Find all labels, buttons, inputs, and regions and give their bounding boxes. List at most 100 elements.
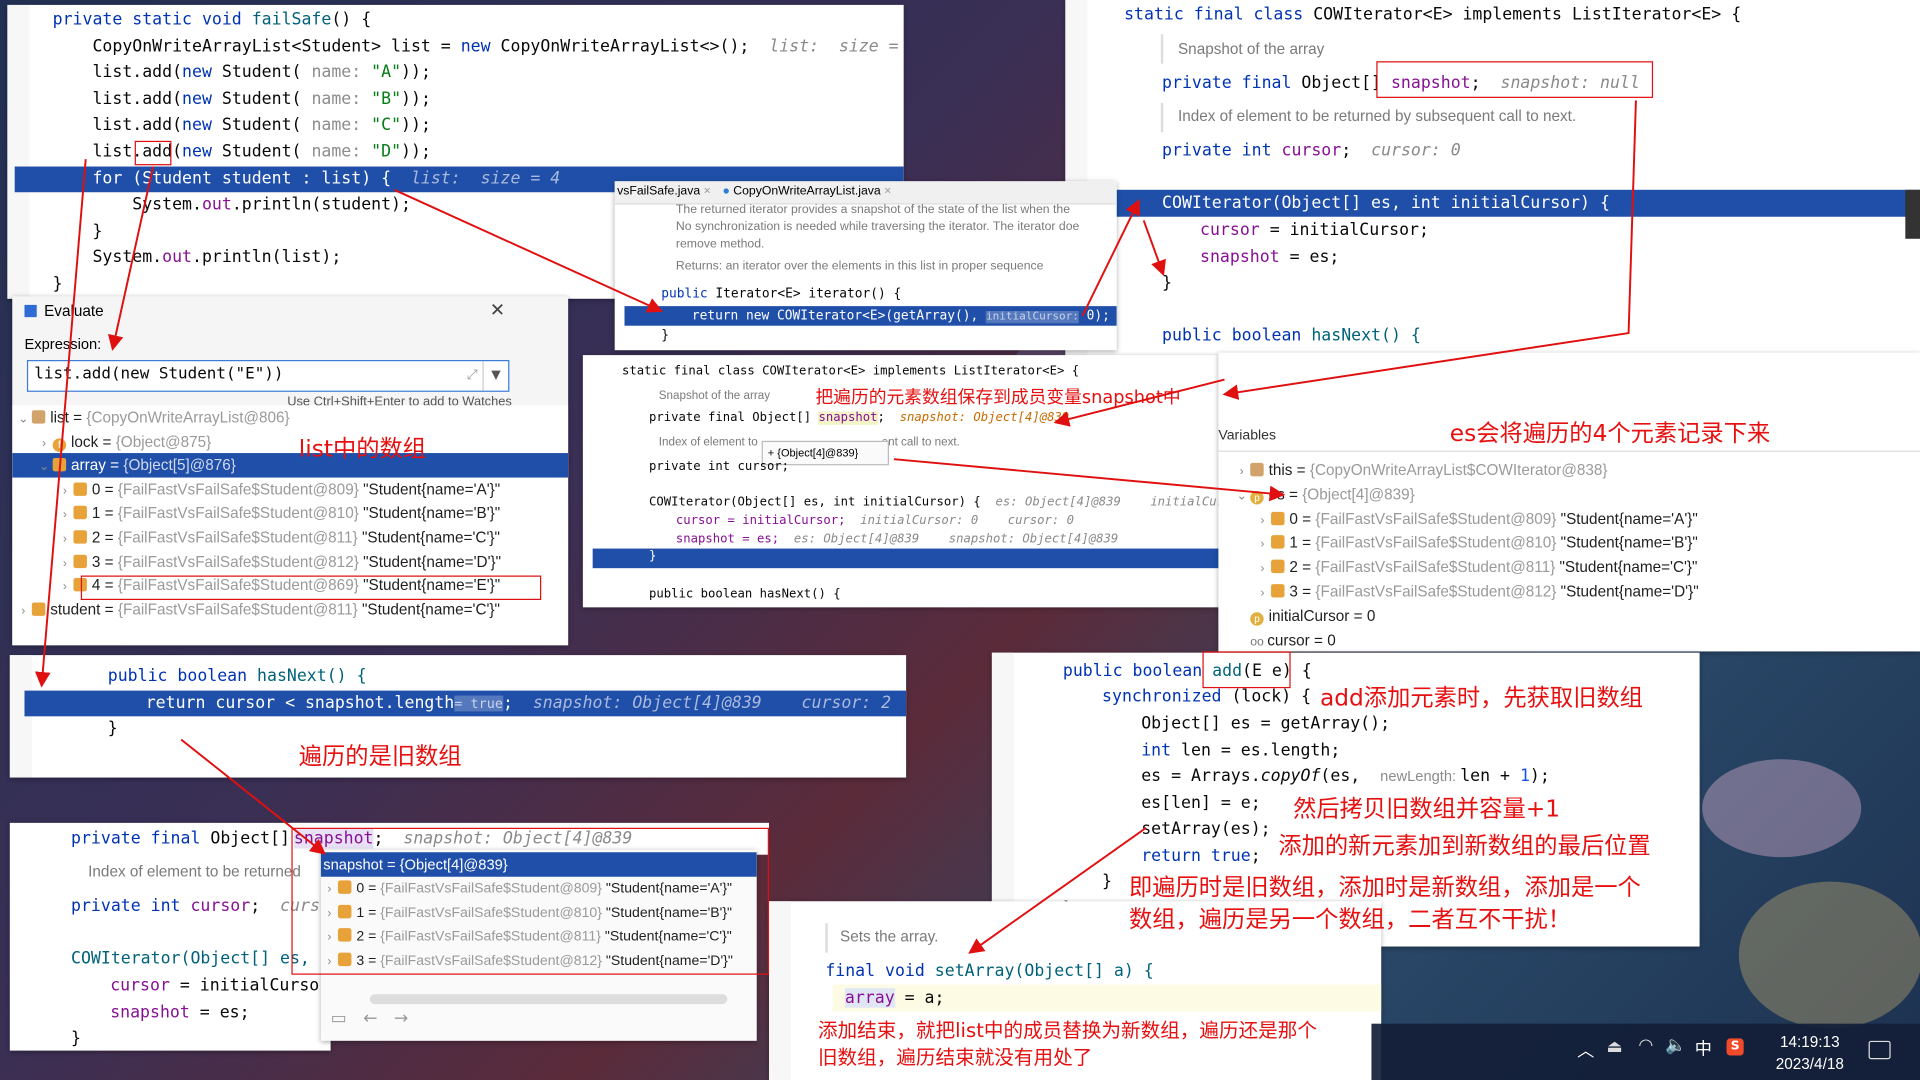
iterator-signature: public Iterator<E> iterator() { [661, 286, 902, 302]
doc-cursor: Index of element to be returned [88, 863, 301, 881]
cursor-field: private int cursor; [648, 460, 790, 474]
assign-cursor: cursor = initialCursor; [1200, 220, 1429, 241]
chevron-right-icon[interactable]: › [1254, 557, 1271, 581]
wifi-icon[interactable]: ◠ [1638, 1036, 1653, 1056]
class-declaration: static final class COWIterator<E> implem… [1124, 4, 1742, 25]
chevron-right-icon[interactable]: › [15, 600, 32, 624]
code-line: private static void failSafe() { [52, 9, 372, 30]
code-line: CopyOnWriteArrayList<Student> list = new… [52, 36, 904, 56]
doc-bar [1160, 34, 1164, 64]
editor-cowiterator-bottom[interactable]: private final Object[] Index of element … [9, 822, 331, 1051]
annotation-save-snapshot: 把遍历的元素数组保存到成员变量snapshot中 [815, 388, 1181, 408]
expression-input[interactable]: list.add(new Student("E")) ⤢ ▼ [26, 360, 510, 392]
doc-line: Returns: an iterator over the elements i… [675, 259, 1044, 274]
field-icon: f [52, 437, 67, 452]
code-editor-cowiterator[interactable]: static final class COWIterator<E> implem… [1065, 0, 1920, 361]
clock-time[interactable]: 14:19:13 [1776, 1033, 1845, 1050]
tree-node[interactable]: › f lock = {Object@875} [12, 429, 568, 453]
history-dropdown[interactable]: ▼ [482, 361, 508, 391]
annotation-copy-old: 然后拷贝旧数组并容量+1 [1293, 795, 1561, 823]
tree-node[interactable]: › 1 = {FailFastVsFailSafe$Student@810} "S… [12, 501, 568, 525]
volume-icon[interactable]: 🔈 [1665, 1036, 1686, 1056]
hasnext-declaration: public boolean hasNext() { [1162, 325, 1421, 346]
highlight-snapshot-popup [291, 827, 769, 975]
parameter-icon: p [1250, 612, 1264, 626]
doc-line: remove method. [675, 237, 765, 252]
back-icon[interactable]: ← [363, 1009, 377, 1029]
windows-taskbar: ︿ ⏏ ◠ 🔈 中 S 14:19:13 2023/4/18 [1371, 1023, 1920, 1080]
array-icon [73, 554, 87, 568]
highlight-new-element [80, 575, 542, 601]
assign-cursor: cursor = initialCursor; initialCursor: 0… [675, 514, 1075, 528]
constructor: COWIterator(Object[] es, int initialCurs… [648, 495, 1220, 510]
class-declaration: static final class COWIterator<E> implem… [622, 364, 1080, 379]
tab-copyonwrite[interactable]: ● CopyOnWriteArrayList.java × [722, 185, 891, 198]
setarray-declaration: final void setArray(Object[] a) { [825, 961, 1154, 981]
tree-node[interactable]: ⌄ array = {Object[5]@876} [12, 453, 569, 478]
add-declaration: public boolean add(E e) { [1062, 661, 1312, 681]
close-icon[interactable]: ✕ [490, 299, 505, 321]
assign-cursor: cursor = initialCursor [110, 975, 330, 996]
notification-icon[interactable] [1868, 1040, 1891, 1060]
annotation-add-get-old: add添加元素时，先获取旧数组 [1320, 684, 1643, 712]
get-array-line: Object[] es = getArray(); [1141, 713, 1391, 734]
popup-toolbar: ▭ ← → [331, 1009, 409, 1029]
tree-node[interactable]: › this = {CopyOnWriteArrayList$COWIterato… [1233, 458, 1920, 482]
cursor-field: private int cursor; curs [71, 896, 320, 916]
brace: } [107, 718, 118, 739]
editor-scrollbar[interactable] [1905, 189, 1920, 239]
tree-node[interactable]: › 1 = {FailFastVsFailSafe$Student@810} "S… [1233, 531, 1920, 555]
tree-node[interactable]: › 0 = {FailFastVsFailSafe$Student@809} "S… [12, 477, 568, 501]
doc-line: The returned iterator provides a snapsho… [675, 203, 1071, 217]
wallpaper-butterfly [1702, 759, 1862, 858]
annotation-summary-1: 即遍历时是旧数组，添加时是新数组，添加是一个 [1128, 874, 1641, 902]
dialog-title: Evaluate [44, 302, 104, 320]
wallpaper-glow-2 [1738, 881, 1920, 1029]
array-icon [1271, 535, 1285, 550]
tree-node[interactable]: ⌄ p es = {Object[4]@839} [1233, 482, 1920, 506]
variables-tree[interactable]: › this = {CopyOnWriteArrayList$COWIterato… [1233, 458, 1920, 651]
tree-node[interactable]: ⌄ list = {CopyOnWriteArrayList@806} [12, 405, 568, 429]
variables-panel[interactable]: Variables › this = {CopyOnWriteArrayList$… [1218, 352, 1920, 652]
tab-failsafe[interactable]: vsFailSafe.java × [617, 185, 711, 198]
array-icon [73, 506, 87, 520]
sogou-icon[interactable]: S [1726, 1038, 1744, 1056]
tree-node[interactable]: › 3 = {FailFastVsFailSafe$Student@812} "S… [1233, 579, 1920, 603]
doc-setarray: Sets the array. [840, 928, 939, 946]
assign-snapshot: snapshot = es; es: Object[4]@839 snapsho… [675, 532, 1119, 547]
tree-node[interactable]: oo cursor = 0 [1233, 628, 1920, 652]
doc-cursor: Index of element to be returned by subse… [1177, 107, 1577, 125]
editor-iterator-method[interactable]: vsFailSafe.java × ● CopyOnWriteArrayList… [614, 181, 1117, 351]
tree-node[interactable]: › 0 = {FailFastVsFailSafe$Student@809} "S… [1233, 506, 1920, 530]
tree-node[interactable]: › 3 = {FailFastVsFailSafe$Student@812} "S… [12, 549, 568, 573]
ime-indicator[interactable]: 中 [1695, 1036, 1712, 1060]
forward-icon[interactable]: → [394, 1009, 408, 1029]
tree-node[interactable]: › 2 = {FailFastVsFailSafe$Student@811} "S… [12, 525, 568, 549]
return-line-highlighted: return new COWIterator<E>(getArray(), in… [624, 306, 1117, 326]
result-tree[interactable]: ⌄ list = {CopyOnWriteArrayList@806} › f lock… [12, 405, 569, 646]
code-line: list.add(new Student( name: "D")); [52, 142, 431, 162]
popup-scrollbar[interactable] [369, 994, 728, 1005]
array-icon [73, 530, 87, 544]
array-icon [52, 458, 67, 472]
annotation-end-2: 旧数组，遍历结束就没有用处了 [817, 1045, 1093, 1069]
tree-node[interactable]: › student = {FailFastVsFailSafe$Student@8… [12, 597, 568, 621]
doc-bar [825, 923, 828, 953]
highlight-add-method [1202, 651, 1291, 689]
divider [1218, 450, 1920, 452]
clock-date[interactable]: 2023/4/18 [1766, 1056, 1854, 1073]
open-icon[interactable]: ▭ [331, 1009, 347, 1029]
tree-node[interactable]: › 2 = {FailFastVsFailSafe$Student@811} "S… [1233, 555, 1920, 579]
usb-icon[interactable]: ⏏ [1607, 1037, 1623, 1057]
hasnext-declaration: public boolean hasNext() { [648, 587, 841, 602]
length-line: int len = es.length; [1141, 740, 1341, 761]
doc-snapshot: Snapshot of the array [1177, 40, 1325, 58]
brace: } [71, 1028, 81, 1049]
annotation-es-record: es会将遍历的4个元素记录下来 [1449, 420, 1771, 447]
tree-node[interactable]: p initialCursor = 0 [1233, 603, 1920, 627]
chevron-up-icon[interactable]: ︿ [1577, 1038, 1594, 1062]
expand-icon[interactable]: ⤢ [467, 366, 478, 383]
doc-line: No synchronization is needed while trave… [675, 220, 1080, 234]
doc-bar [1160, 102, 1164, 133]
array-icon [1271, 559, 1285, 574]
